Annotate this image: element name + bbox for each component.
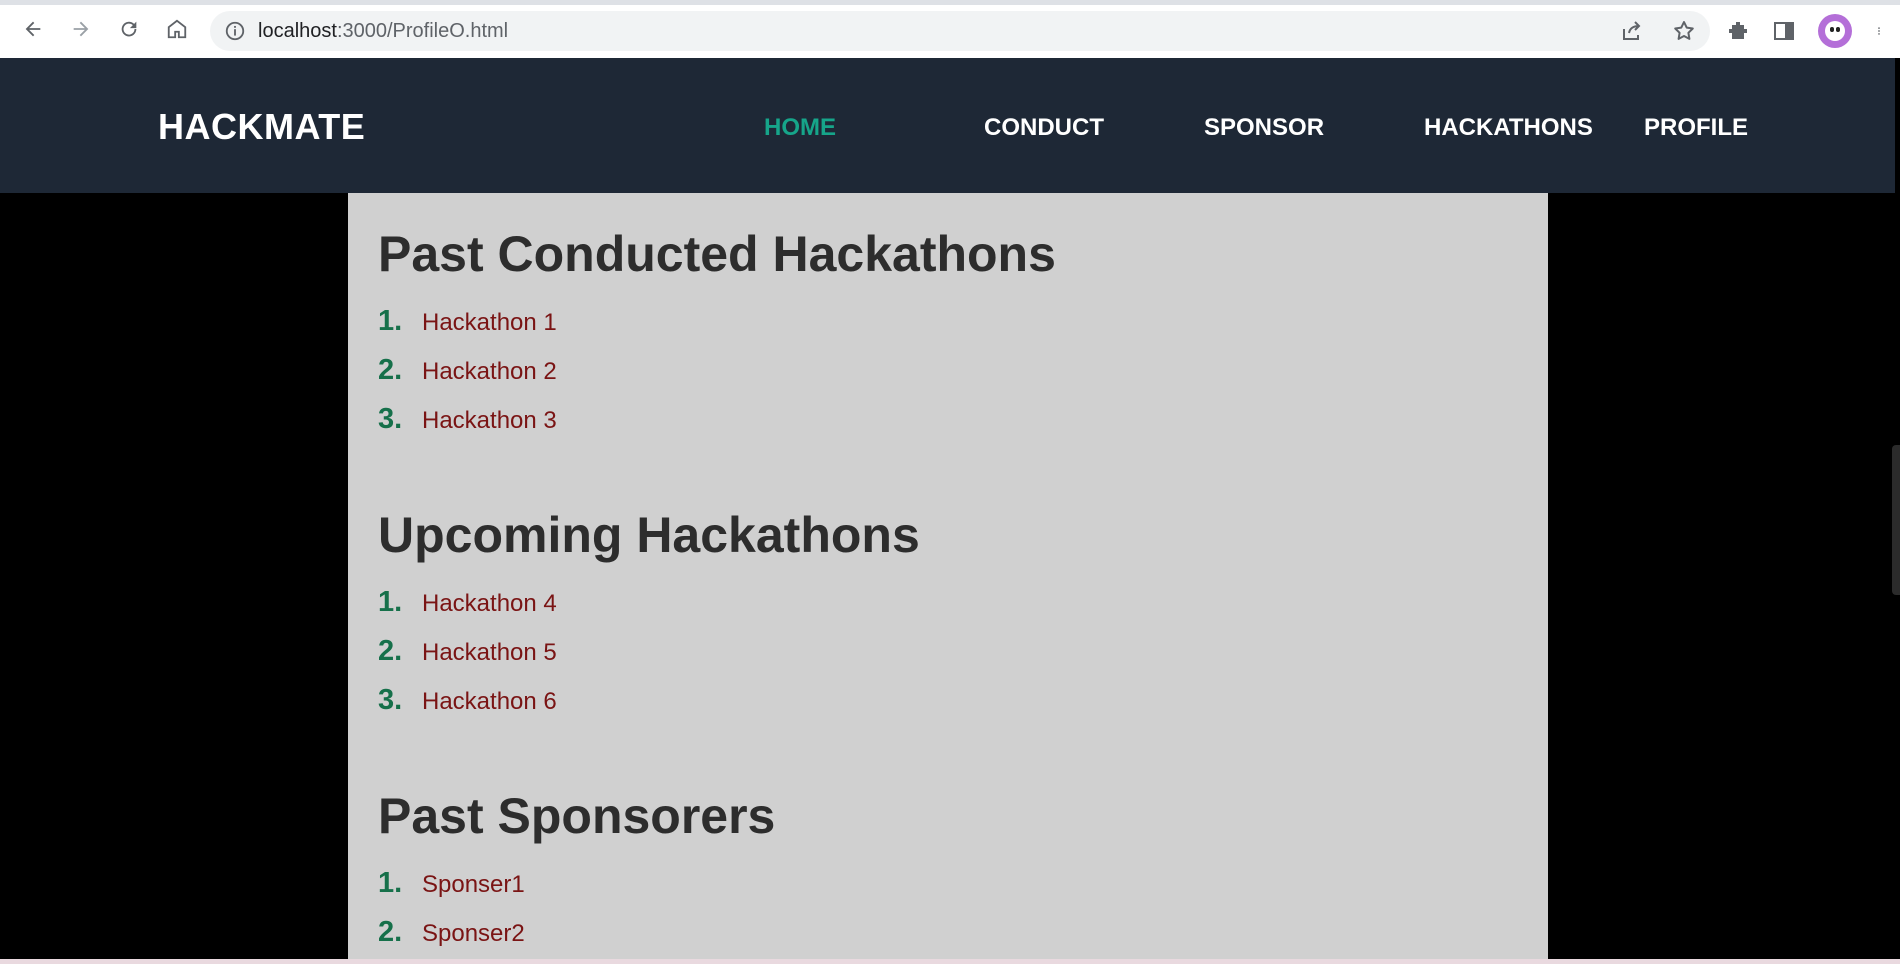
nav-link-profile[interactable]: PROFILE [1644, 114, 1748, 142]
section-title: Upcoming Hackathons [378, 507, 920, 563]
list-number: 2. [378, 354, 403, 386]
brand-logo[interactable]: HACKMATE [158, 106, 365, 148]
hackathon-link[interactable]: Hackathon 4 [422, 590, 557, 618]
site-navbar: HACKMATE HOME CONDUCT SPONSOR HACKATHONS… [0, 58, 1895, 193]
list-item: 1. Hackathon 1 [378, 305, 1518, 354]
list-item: 2. Hackathon 2 [378, 354, 1518, 403]
extensions-icon[interactable] [1726, 19, 1750, 43]
nav-link-conduct[interactable]: CONDUCT [984, 114, 1104, 142]
section-title: Past Conducted Hackathons [378, 226, 1056, 282]
section-title: Past Sponsorers [378, 788, 776, 844]
past-hackathons-section: Past Conducted Hackathons 1. Hackathon 1 … [378, 229, 1518, 452]
side-panel-icon[interactable] [1772, 19, 1796, 43]
reload-button[interactable] [109, 9, 149, 49]
list-number: 3. [378, 684, 403, 716]
nav-link-hackathons[interactable]: HACKATHONS [1424, 114, 1593, 142]
list-number: 1. [378, 586, 403, 618]
url-host: localhost [258, 19, 337, 42]
hackathon-link[interactable]: Hackathon 1 [422, 309, 557, 337]
url-path: :3000/ProfileO.html [336, 19, 509, 42]
scrollbar[interactable] [1892, 445, 1900, 595]
profile-face-icon [1825, 21, 1845, 41]
list-number: 1. [378, 867, 403, 899]
nav-link-home[interactable]: HOME [764, 114, 836, 142]
list-number: 3. [378, 403, 403, 435]
browser-toolbar: localhost:3000/ProfileO.html [0, 0, 1900, 58]
back-button[interactable] [13, 9, 53, 49]
share-icon[interactable] [1620, 19, 1644, 43]
sponsor-link[interactable]: Sponser1 [422, 871, 525, 899]
arrow-right-icon [73, 21, 89, 37]
list-number: 2. [378, 916, 403, 948]
sponsor-list: 1. Sponser1 2. Sponser2 [378, 867, 1518, 964]
list-item: 2. Sponser2 [378, 916, 1518, 964]
list-item: 3. Hackathon 6 [378, 684, 1518, 733]
window-bottom-edge [0, 959, 1900, 964]
past-sponsors-section: Past Sponsorers 1. Sponser1 2. Sponser2 [378, 791, 1518, 964]
forward-button[interactable] [61, 9, 101, 49]
list-number: 1. [378, 305, 403, 337]
url-text: localhost:3000/ProfileO.html [258, 20, 508, 43]
hackathon-link[interactable]: Hackathon 3 [422, 407, 557, 435]
menu-icon[interactable] [1874, 19, 1884, 43]
hackathon-list: 1. Hackathon 1 2. Hackathon 2 3. Hackathon … [378, 305, 1518, 452]
star-icon[interactable] [1672, 19, 1696, 43]
info-icon[interactable] [224, 20, 246, 42]
list-item: 2. Hackathon 5 [378, 635, 1518, 684]
list-number: 2. [378, 635, 403, 667]
reload-icon [121, 21, 137, 37]
avatar[interactable] [1818, 14, 1852, 48]
address-bar[interactable]: localhost:3000/ProfileO.html [210, 11, 1710, 51]
list-item: 1. Hackathon 4 [378, 586, 1518, 635]
arrow-left-icon [25, 21, 41, 37]
sponsor-link[interactable]: Sponser2 [422, 920, 525, 948]
profile-content-panel: Past Conducted Hackathons 1. Hackathon 1 … [348, 193, 1548, 964]
upcoming-hackathons-section: Upcoming Hackathons 1. Hackathon 4 2. Hack… [378, 510, 1518, 733]
list-item: 3. Hackathon 3 [378, 403, 1518, 452]
hackathon-link[interactable]: Hackathon 6 [422, 688, 557, 716]
hackathon-link[interactable]: Hackathon 5 [422, 639, 557, 667]
nav-link-sponsor[interactable]: SPONSOR [1204, 114, 1324, 142]
hackathon-list: 1. Hackathon 4 2. Hackathon 5 3. Hackathon … [378, 586, 1518, 733]
hackathon-link[interactable]: Hackathon 2 [422, 358, 557, 386]
list-item: 1. Sponser1 [378, 867, 1518, 916]
home-icon [167, 19, 187, 39]
home-button[interactable] [157, 9, 197, 49]
